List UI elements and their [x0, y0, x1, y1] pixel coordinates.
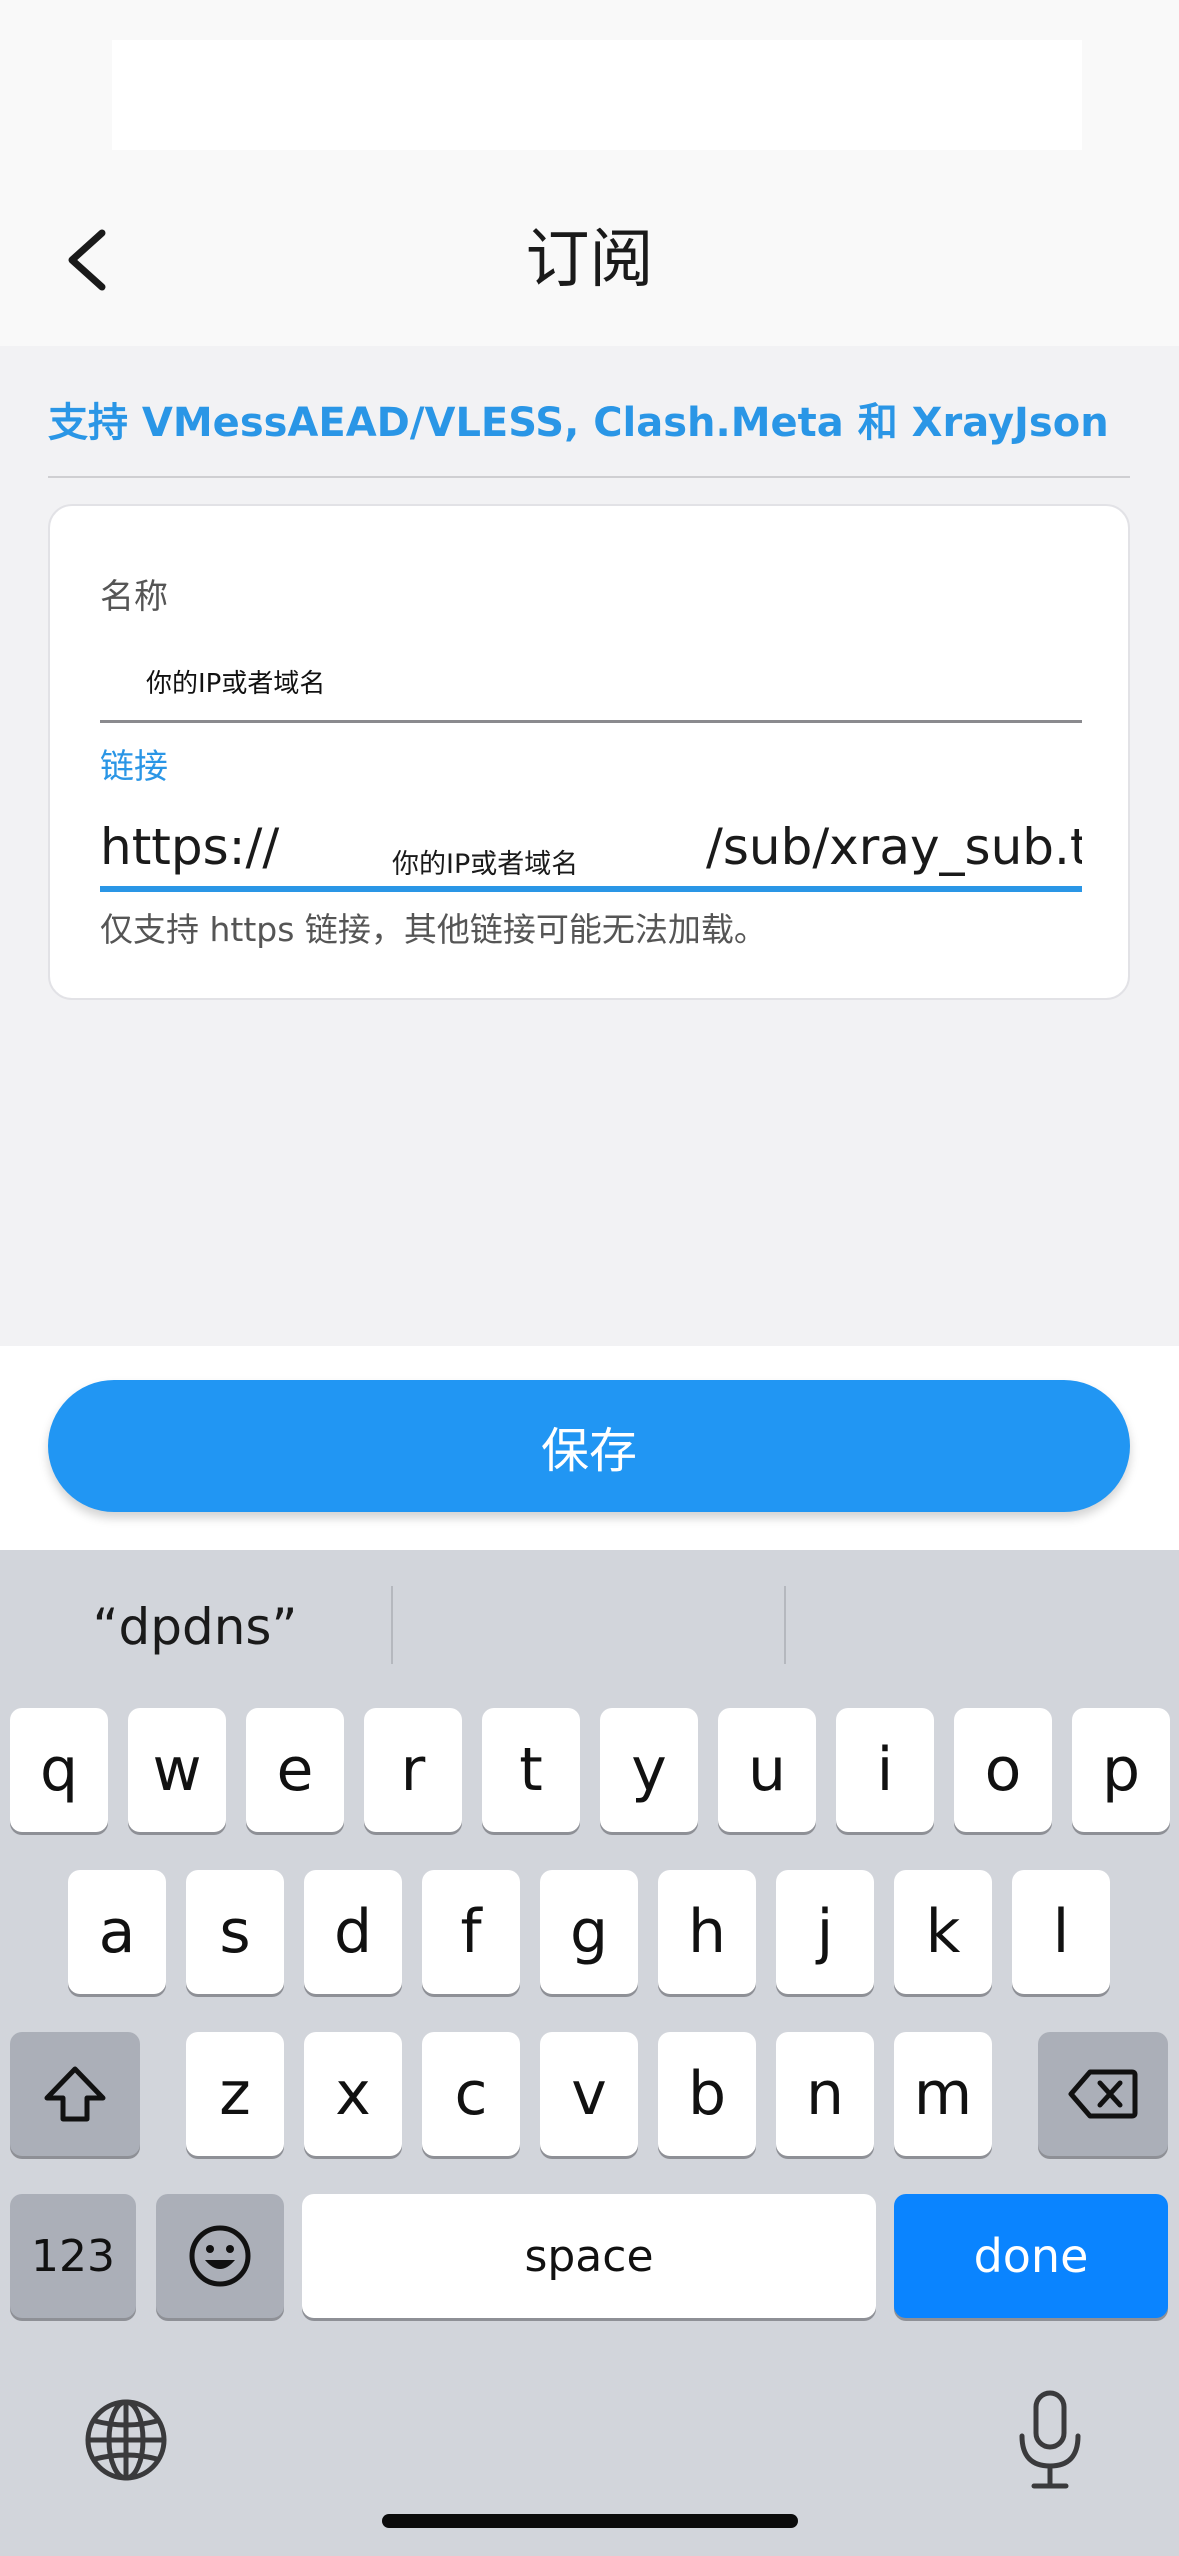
- space-key[interactable]: space: [302, 2194, 876, 2318]
- key-j[interactable]: j: [776, 1870, 874, 1994]
- key-e[interactable]: e: [246, 1708, 344, 1832]
- emoji-icon: [189, 2225, 251, 2287]
- suggestion-bar: “dpdns”: [0, 1550, 1179, 1700]
- key-g[interactable]: g: [540, 1870, 638, 1994]
- emoji-key[interactable]: [156, 2194, 284, 2318]
- key-o[interactable]: o: [954, 1708, 1052, 1832]
- key-n[interactable]: n: [776, 2032, 874, 2156]
- numbers-key[interactable]: 123: [10, 2194, 136, 2318]
- support-text: 支持 VMessAEAD/VLESS, Clash.Meta 和 XrayJso…: [48, 400, 1109, 446]
- shift-icon: [44, 2066, 106, 2122]
- key-w[interactable]: w: [128, 1708, 226, 1832]
- key-i[interactable]: i: [836, 1708, 934, 1832]
- keyboard: “dpdns” q w e r t y u i o p a s d f g h …: [0, 1550, 1179, 2556]
- key-c[interactable]: c: [422, 2032, 520, 2156]
- key-h[interactable]: h: [658, 1870, 756, 1994]
- globe-button[interactable]: [82, 2396, 170, 2484]
- key-l[interactable]: l: [1012, 1870, 1110, 1994]
- key-s[interactable]: s: [186, 1870, 284, 1994]
- key-f[interactable]: f: [422, 1870, 520, 1994]
- key-q[interactable]: q: [10, 1708, 108, 1832]
- key-b[interactable]: b: [658, 2032, 756, 2156]
- name-field[interactable]: 你的IP或者域名: [146, 662, 325, 706]
- home-indicator: [382, 2514, 798, 2528]
- key-p[interactable]: p: [1072, 1708, 1170, 1832]
- link-underline: [100, 886, 1082, 892]
- key-u[interactable]: u: [718, 1708, 816, 1832]
- key-v[interactable]: v: [540, 2032, 638, 2156]
- top-bar: 订阅: [0, 0, 1179, 346]
- suggestion-3[interactable]: [786, 1590, 1176, 1664]
- name-underline: [100, 720, 1082, 723]
- suggestion-1[interactable]: “dpdns”: [0, 1590, 390, 1664]
- done-key[interactable]: done: [894, 2194, 1168, 2318]
- link-label: 链接: [100, 747, 168, 787]
- key-m[interactable]: m: [894, 2032, 992, 2156]
- link-hint: 仅支持 https 链接，其他链接可能无法加载。: [100, 910, 767, 949]
- microphone-icon: [1019, 2390, 1081, 2489]
- key-a[interactable]: a: [68, 1870, 166, 1994]
- key-d[interactable]: d: [304, 1870, 402, 1994]
- microphone-button[interactable]: [1012, 2388, 1088, 2492]
- save-button[interactable]: 保存: [48, 1380, 1130, 1512]
- globe-icon: [85, 2399, 167, 2481]
- backspace-key[interactable]: [1038, 2032, 1168, 2156]
- subscription-form-card: 名称 你的IP或者域名 链接 https:// 你的IP或者域名 /sub/xr…: [48, 504, 1130, 1000]
- page-title: 订阅: [525, 223, 654, 297]
- save-bar: 保存: [0, 1346, 1179, 1550]
- key-r[interactable]: r: [364, 1708, 462, 1832]
- suggestion-2[interactable]: [393, 1590, 783, 1664]
- link-prefix: https://: [100, 818, 280, 876]
- shift-key[interactable]: [10, 2032, 140, 2156]
- key-k[interactable]: k: [894, 1870, 992, 1994]
- key-x[interactable]: x: [304, 2032, 402, 2156]
- link-field[interactable]: https:// 你的IP或者域名 /sub/xray_sub.txt: [100, 802, 1082, 898]
- backspace-icon: [1068, 2069, 1138, 2119]
- name-label: 名称: [100, 577, 168, 617]
- status-area: [112, 40, 1082, 150]
- link-suffix: /sub/xray_sub.txt: [706, 818, 1082, 876]
- divider: [48, 476, 1130, 478]
- key-y[interactable]: y: [600, 1708, 698, 1832]
- key-t[interactable]: t: [482, 1708, 580, 1832]
- key-z[interactable]: z: [186, 2032, 284, 2156]
